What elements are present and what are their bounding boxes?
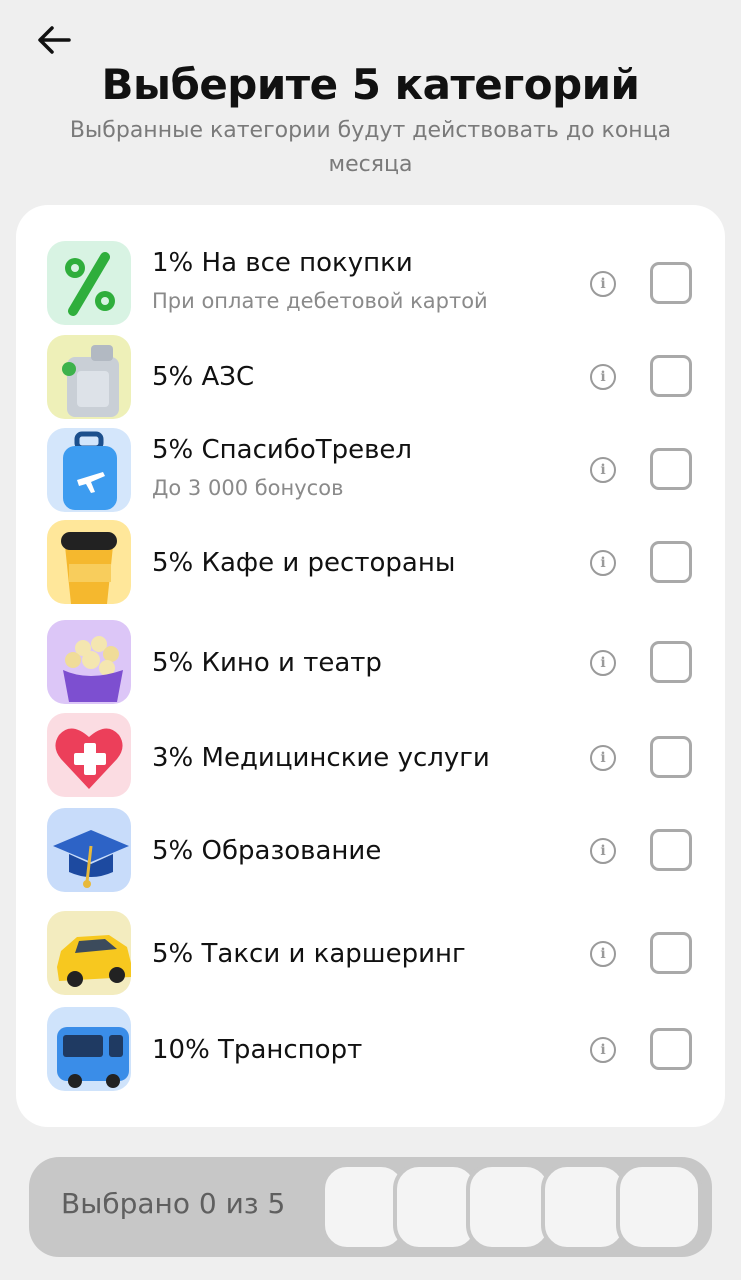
selected-count-text: Выбрано 0 из 5 — [61, 1187, 286, 1220]
category-label: 5% Такси и каршеринг — [152, 939, 466, 969]
category-row-spasibo-travel[interactable]: 5% СпасибоТревел До 3 000 бонусов i — [16, 426, 725, 516]
category-label: 5% Кафе и рестораны — [152, 548, 456, 578]
info-icon[interactable]: i — [590, 745, 616, 771]
category-row-all-purchases[interactable]: 1% На все покупки При оплате дебетовой к… — [16, 238, 725, 328]
canister-icon — [47, 335, 131, 419]
info-icon[interactable]: i — [590, 650, 616, 676]
category-label: 5% Образование — [152, 836, 382, 866]
medical-heart-icon — [47, 713, 131, 797]
category-checkbox[interactable] — [650, 829, 692, 871]
category-checkbox[interactable] — [650, 736, 692, 778]
coffee-cup-icon — [47, 520, 131, 604]
category-checkbox[interactable] — [650, 932, 692, 974]
category-label: 5% СпасибоТревел — [152, 435, 413, 465]
back-button[interactable] — [34, 22, 74, 58]
category-checkbox[interactable] — [650, 641, 692, 683]
info-icon[interactable]: i — [590, 457, 616, 483]
selection-slot — [466, 1163, 552, 1251]
info-icon[interactable]: i — [590, 271, 616, 297]
category-row-taxi[interactable]: 5% Такси и каршеринг i — [16, 909, 725, 999]
page-title: Выберите 5 категорий — [101, 60, 641, 109]
taxi-car-icon — [47, 911, 131, 995]
popcorn-icon — [47, 620, 131, 704]
category-sublabel: До 3 000 бонусов — [152, 476, 344, 500]
category-checkbox[interactable] — [650, 355, 692, 397]
categories-card: 1% На все покупки При оплате дебетовой к… — [16, 205, 725, 1127]
category-label: 3% Медицинские услуги — [152, 743, 490, 773]
category-row-cinema-theatre[interactable]: 5% Кино и театр i — [16, 618, 725, 708]
info-icon[interactable]: i — [590, 1037, 616, 1063]
info-icon[interactable]: i — [590, 838, 616, 864]
category-row-transport[interactable]: 10% Транспорт i — [16, 1005, 725, 1095]
category-label: 10% Транспорт — [152, 1035, 363, 1065]
category-checkbox[interactable] — [650, 541, 692, 583]
page-subtitle: Выбранные категории будут действовать до… — [69, 118, 672, 177]
selection-slot — [616, 1163, 702, 1251]
graduation-cap-icon — [47, 808, 131, 892]
info-icon[interactable]: i — [590, 941, 616, 967]
category-label: 1% На все покупки — [152, 248, 413, 278]
selection-summary-bar: Выбрано 0 из 5 — [29, 1157, 712, 1257]
category-checkbox[interactable] — [650, 262, 692, 304]
category-row-cafes[interactable]: 5% Кафе и рестораны i — [16, 518, 725, 608]
category-label: 5% Кино и театр — [152, 648, 382, 678]
category-row-gas-stations[interactable]: 5% АЗС i — [16, 332, 725, 422]
category-checkbox[interactable] — [650, 448, 692, 490]
category-label: 5% АЗС — [152, 362, 255, 392]
percent-icon — [47, 241, 131, 325]
selection-slot — [541, 1163, 627, 1251]
arrow-left-icon — [38, 26, 71, 54]
category-row-medical[interactable]: 3% Медицинские услуги i — [16, 710, 725, 800]
category-row-education[interactable]: 5% Образование i — [16, 805, 725, 895]
category-sublabel: При оплате дебетовой картой — [152, 289, 488, 313]
suitcase-icon — [47, 428, 131, 512]
info-icon[interactable]: i — [590, 364, 616, 390]
category-checkbox[interactable] — [650, 1028, 692, 1070]
bus-icon — [47, 1007, 131, 1091]
info-icon[interactable]: i — [590, 550, 616, 576]
